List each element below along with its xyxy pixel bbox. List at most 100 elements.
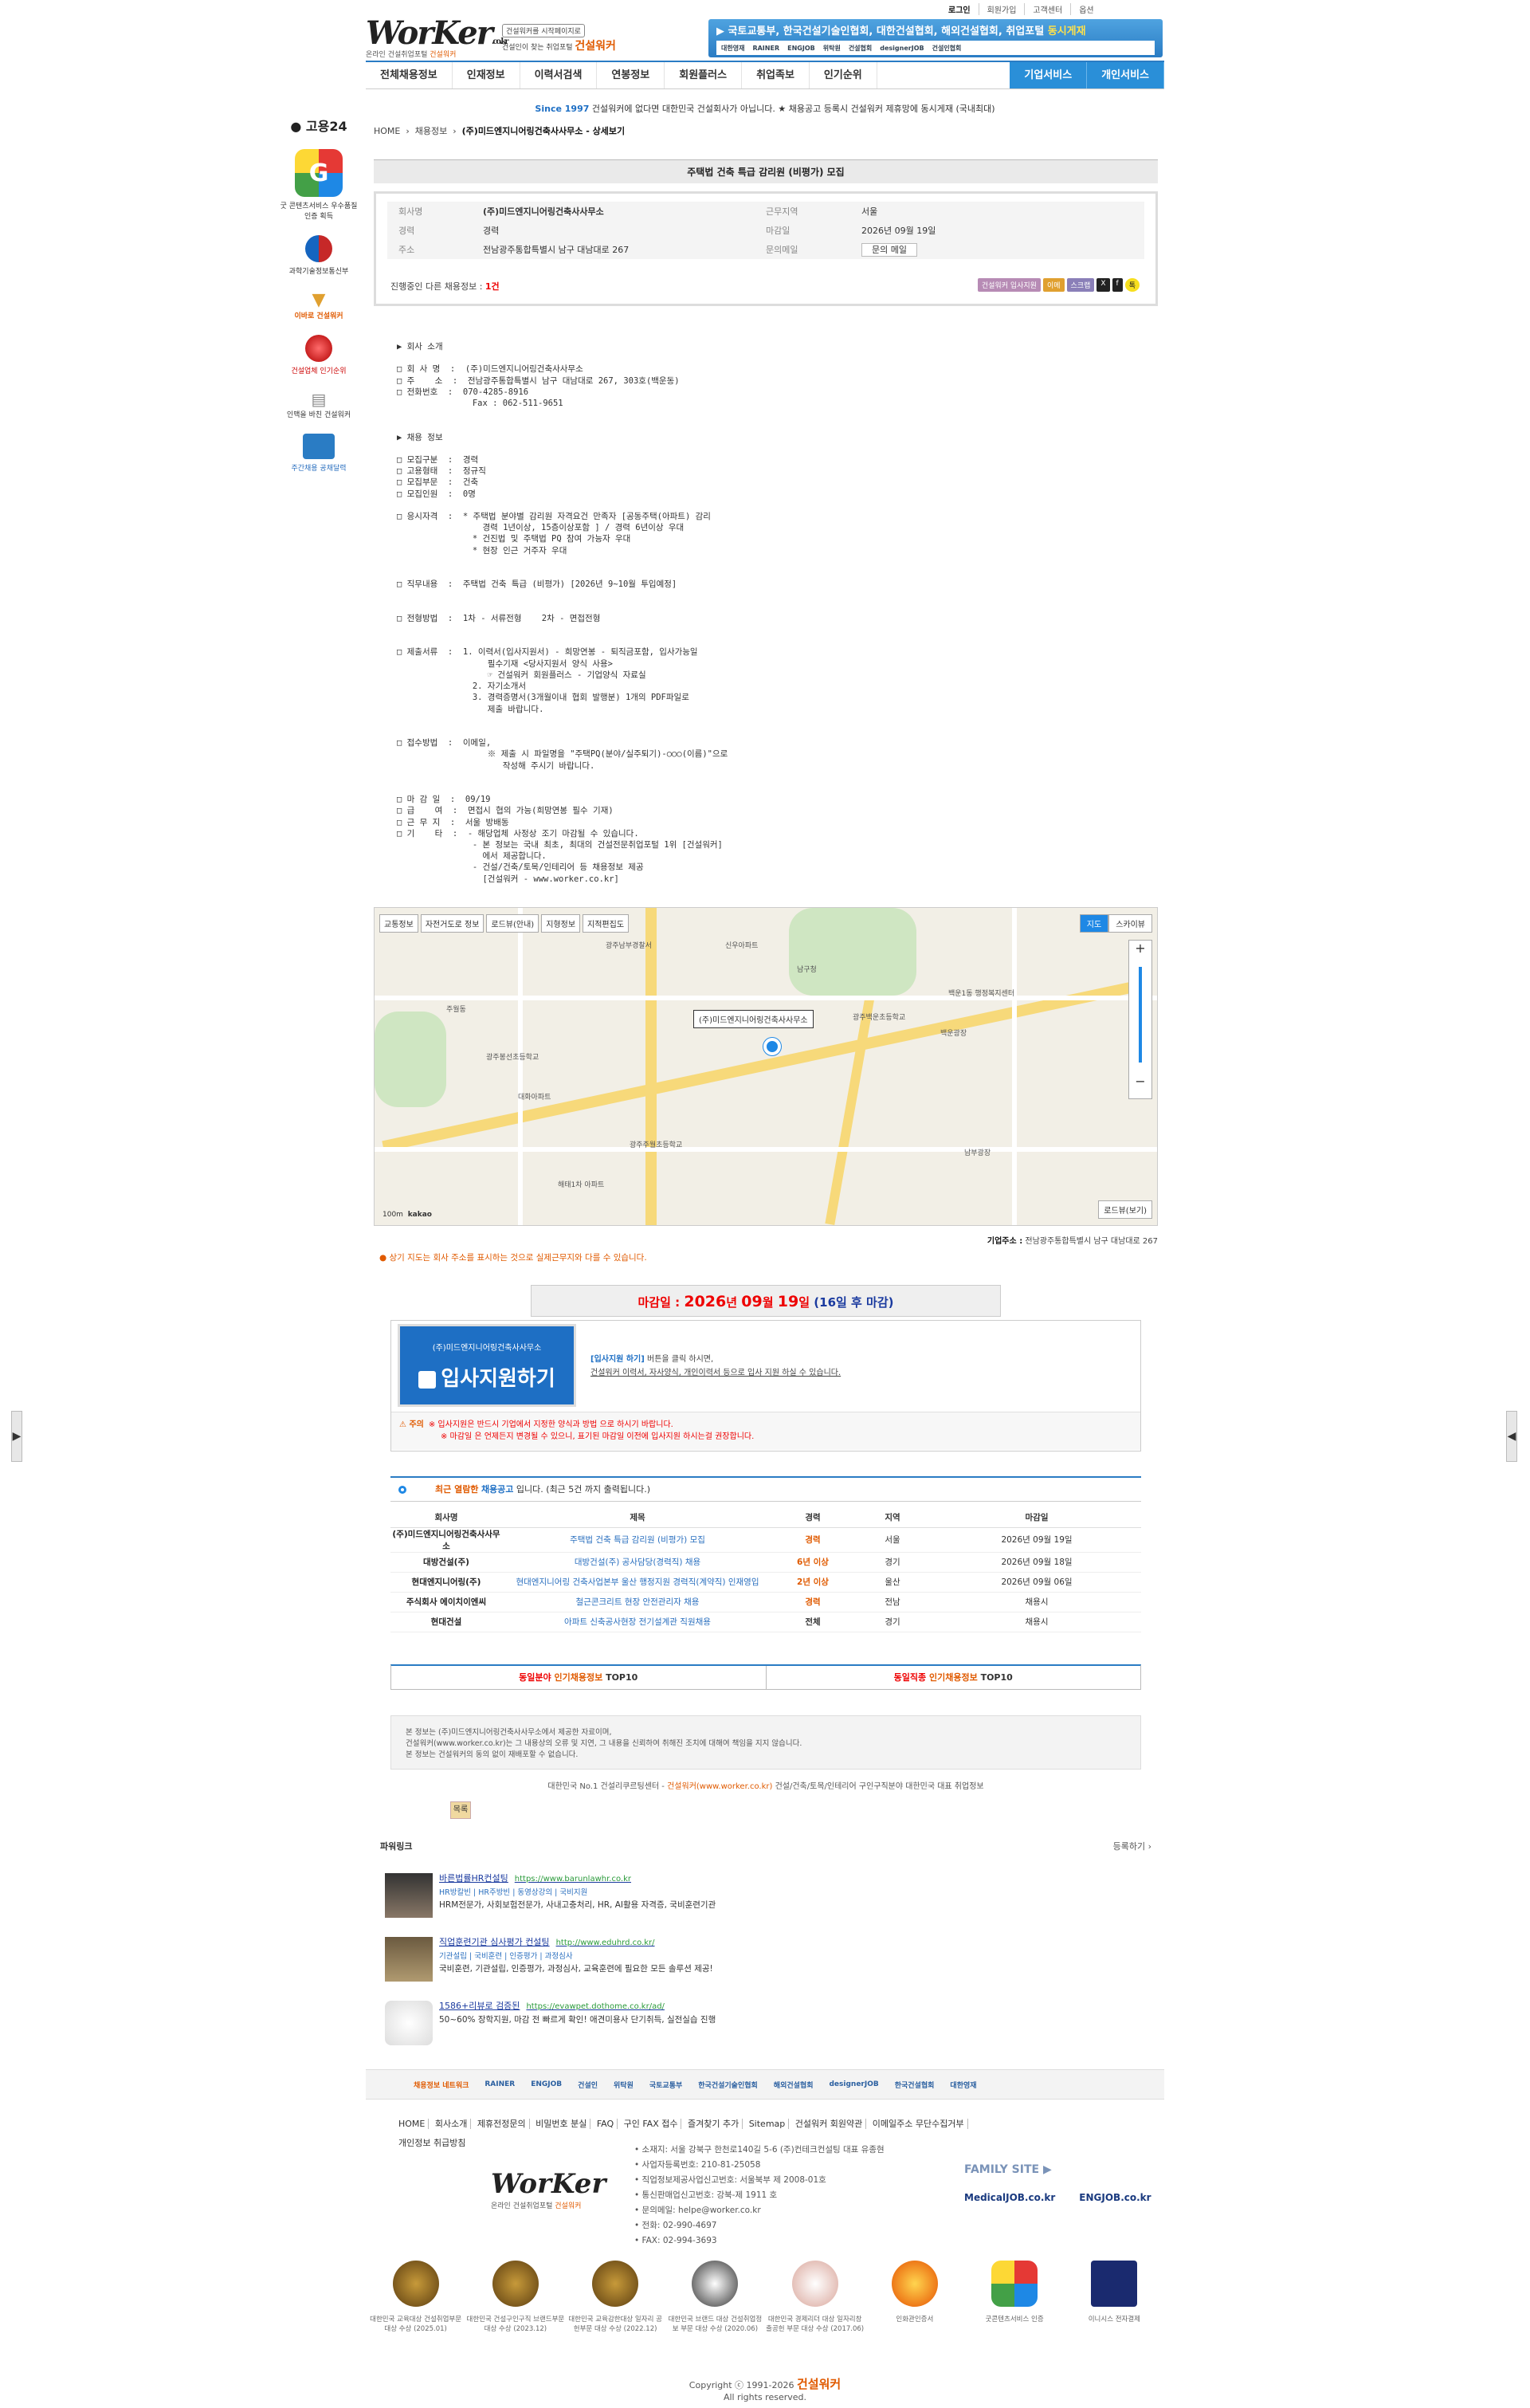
top10-same-field[interactable]: 동일분야 인기채용정보 TOP10 <box>391 1666 767 1689</box>
footer-link[interactable]: Sitemap <box>745 2119 790 2129</box>
footer-link[interactable]: 제휴전정문의 <box>473 2119 530 2129</box>
partner-logo[interactable]: ENGJOB <box>531 2080 562 2088</box>
apply-button[interactable]: (주)미드엔지니어링건축사사무소 입사지원하기 <box>398 1324 576 1407</box>
nav-job-tips[interactable]: 취업족보 <box>742 62 810 88</box>
quick-item-2[interactable]: 건설업체 인기순위 <box>279 335 359 375</box>
family-site-link[interactable]: MedicalJOB.co.kr <box>964 2192 1055 2203</box>
map-tab-cadastral[interactable]: 지적편집도 <box>583 914 630 933</box>
nav-all-jobs[interactable]: 전체채용정보 <box>366 62 453 88</box>
footer-link[interactable]: FAQ <box>593 2119 618 2129</box>
nav-member-plus[interactable]: 회원플러스 <box>665 62 743 88</box>
quick-item-1[interactable]: ▼ 이바로 건설워커 <box>279 290 359 320</box>
quick-item-3[interactable]: ▤ 인맥을 바친 건설워커 <box>279 390 359 419</box>
ad-tags[interactable]: 기관설립 | 국비훈련 | 인증평가 | 과정심사 <box>439 1950 573 1961</box>
partner-logo[interactable]: designerJOB <box>829 2080 878 2088</box>
location-map[interactable]: 광주남부경찰서 광주백운초등학교 남구청 백운광장 광주봉선초등학교 대화아파트… <box>374 907 1158 1226</box>
footer-link[interactable]: HOME <box>395 2119 430 2129</box>
row-title-link[interactable]: 현대엔지니어링 건축사업본부 울산 행정지원 경력직(계약직) 인재영입 <box>502 1572 773 1593</box>
table-row[interactable]: 현대건설 아파트 신축공사현장 전기설계관 직원채용 전체 경기 채용시 <box>390 1612 1141 1632</box>
footer-link[interactable]: 구인 FAX 접수 <box>620 2119 682 2129</box>
footer-link[interactable]: 회사소개 <box>431 2119 472 2129</box>
facebook-share-icon[interactable]: f <box>1112 278 1123 292</box>
partner-banner[interactable]: ▶ 국토교통부, 한국건설기술인협회, 대한건설협회, 해외건설협회, 취업포털… <box>708 19 1163 57</box>
breadcrumb-jobs[interactable]: 채용정보 <box>415 126 447 136</box>
option-link[interactable]: 옵션 <box>1070 3 1101 15</box>
map-tab-roadview[interactable]: 로드뷰(안내) <box>486 914 539 933</box>
list-button[interactable]: 목록 <box>450 1801 471 1819</box>
row-title-link[interactable]: 철근콘크리트 현장 안전관리자 채용 <box>502 1592 773 1613</box>
good-content-badge[interactable]: G 굿 콘텐츠서비스 우수품질인증 획득 <box>279 149 359 221</box>
footer-link[interactable]: 건설워커 회원약관 <box>791 2119 867 2129</box>
nav-ranking[interactable]: 인기순위 <box>810 62 877 88</box>
family-site-link[interactable]: ENGJOB.co.kr <box>1079 2192 1151 2203</box>
ad-title[interactable]: 직업훈련기관 심사평가 컨설팅 <box>439 1937 550 1947</box>
row-title-link[interactable]: 대방건설(주) 공사담당(경력직) 채용 <box>502 1552 773 1573</box>
company-address: 기업주소 : 전남광주통합특별시 남구 대남대로 267 <box>987 1234 1158 1246</box>
partner-logo[interactable]: 한국건설기술인협회 <box>698 2080 758 2090</box>
ad-title[interactable]: 1586+리뷰로 검증된 <box>439 2001 520 2011</box>
map-view-sky[interactable]: 스카이뷰 <box>1108 914 1152 933</box>
login-link[interactable]: 로그인 <box>940 3 979 15</box>
map-tab-bike[interactable]: 자전거도로 정보 <box>420 914 484 933</box>
quick-item-4[interactable]: 주간채용 공채달력 <box>279 434 359 473</box>
footer-link[interactable]: 비밀번호 분실 <box>532 2119 591 2129</box>
partner-logo[interactable]: 채용정보 네트워크 <box>414 2080 469 2090</box>
apply-small-button[interactable]: 건설워커 입사지원 <box>977 278 1041 292</box>
other-jobs[interactable]: 진행중인 다른 채용정보 : 1건 <box>390 280 500 293</box>
partner-logo[interactable]: 한국건설협회 <box>895 2080 935 2090</box>
partner-logo[interactable]: 국토교통부 <box>649 2080 682 2090</box>
family-site-title[interactable]: FAMILY SITE ▶ <box>964 2163 1052 2176</box>
breadcrumb-home[interactable]: HOME <box>374 126 400 136</box>
set-home-button[interactable]: 건설워커를 시작페이지로 <box>502 24 585 37</box>
zoom-in-icon[interactable]: + <box>1129 941 1151 956</box>
nav-company-service[interactable]: 기업서비스 <box>1010 62 1088 88</box>
map-road <box>375 1147 1157 1152</box>
nav-resume-search[interactable]: 이력서검색 <box>520 62 598 88</box>
privacy-link[interactable]: 개인정보 취급방침 <box>398 2136 465 2149</box>
right-scroll-arrow-icon[interactable]: ◀ <box>1506 1411 1517 1462</box>
zoom-slider[interactable] <box>1139 967 1142 1063</box>
table-row[interactable]: 현대엔지니어링(주) 현대엔지니어링 건축사업본부 울산 행정지원 경력직(계약… <box>390 1572 1141 1593</box>
site-logo[interactable]: WorKer.co.kr 온라인 건설취업포털 건설워커 <box>366 14 509 59</box>
email-button[interactable]: 이메 <box>1042 278 1065 292</box>
zoom-out-icon[interactable]: − <box>1129 1074 1151 1089</box>
nav-salary[interactable]: 연봉정보 <box>597 62 665 88</box>
table-row[interactable]: 대방건설(주) 대방건설(주) 공사담당(경력직) 채용 6년 이상 경기 20… <box>390 1552 1141 1573</box>
nav-personal-service[interactable]: 개인서비스 <box>1087 62 1164 88</box>
ad-item[interactable]: 1586+리뷰로 검증된 https://evawpet.dothome.co.k… <box>385 1996 1102 2052</box>
scrap-button[interactable]: 스크랩 <box>1066 278 1095 292</box>
kakao-share-icon[interactable]: 톡 <box>1124 278 1140 292</box>
row-title-link[interactable]: 아파트 신축공사현장 전기설계관 직원채용 <box>502 1612 773 1632</box>
support-link[interactable]: 고객센터 <box>1024 3 1070 15</box>
ad-tags[interactable]: HR방칼빈 | HR주방빈 | 동영상강의 | 국비지원 <box>439 1886 587 1897</box>
map-view-map[interactable]: 지도 <box>1079 914 1109 933</box>
copy-pre: 대한민국 No.1 건설리쿠르팅센터 - <box>547 1782 665 1791</box>
roadview-button[interactable]: 로드뷰(보기) <box>1098 1200 1152 1219</box>
partner-logo[interactable]: 건설인 <box>578 2080 598 2090</box>
table-row[interactable]: (주)미드엔지니어링건축사사무소 주택법 건축 특급 감리원 (비평가) 모집 … <box>390 1527 1141 1553</box>
top10-same-job[interactable]: 동일직종 인기채용정보 TOP10 <box>767 1666 1141 1689</box>
partner-logo[interactable]: 위탁원 <box>614 2080 634 2090</box>
nav-talent[interactable]: 인재정보 <box>453 62 520 88</box>
ad-item[interactable]: 바른법률HR컨설팅 https://www.barunlawhr.co.kr HR… <box>385 1868 1102 1924</box>
footer-link[interactable]: 즐겨찾기 추가 <box>684 2119 743 2129</box>
zoom-control[interactable]: + − <box>1128 940 1152 1099</box>
left-scroll-arrow-icon[interactable]: ▶ <box>11 1411 22 1462</box>
partner-logo[interactable]: 대한영재 <box>950 2080 976 2090</box>
location-pin-icon[interactable] <box>763 1038 781 1055</box>
table-row[interactable]: 주식회사 에이치이엔씨 철근콘크리트 현장 안전관리자 채용 경력 전남 채용시 <box>390 1592 1141 1613</box>
map-tab-terrain[interactable]: 지형정보 <box>541 914 581 933</box>
ad-title[interactable]: 바른법률HR컨설팅 <box>439 1873 508 1884</box>
x-share-icon[interactable]: X <box>1096 278 1110 292</box>
row-title-link[interactable]: 주택법 건축 특급 감리원 (비평가) 모집 <box>502 1527 773 1553</box>
goyong24-logo[interactable]: ● 고용24 <box>279 116 359 135</box>
footer-logo: WorKer 온라인 건설취업포털 건설워커 <box>491 2168 606 2210</box>
contact-mail-button[interactable]: 문의 메일 <box>861 243 1144 257</box>
map-tab-traffic[interactable]: 교통정보 <box>379 914 418 933</box>
ad-item[interactable]: 직업훈련기관 심사평가 컨설팅 http://www.eduhrd.co.kr/ … <box>385 1932 1102 1988</box>
partner-logo[interactable]: 해외건설협회 <box>774 2080 814 2090</box>
join-link[interactable]: 회원가입 <box>978 3 1025 15</box>
partner-logo[interactable]: RAINER <box>484 2080 515 2088</box>
footer-link[interactable]: 이메일주소 무단수집거부 <box>869 2119 968 2129</box>
powerlink-register-link[interactable]: 등록하기 › <box>1113 1840 1151 1852</box>
